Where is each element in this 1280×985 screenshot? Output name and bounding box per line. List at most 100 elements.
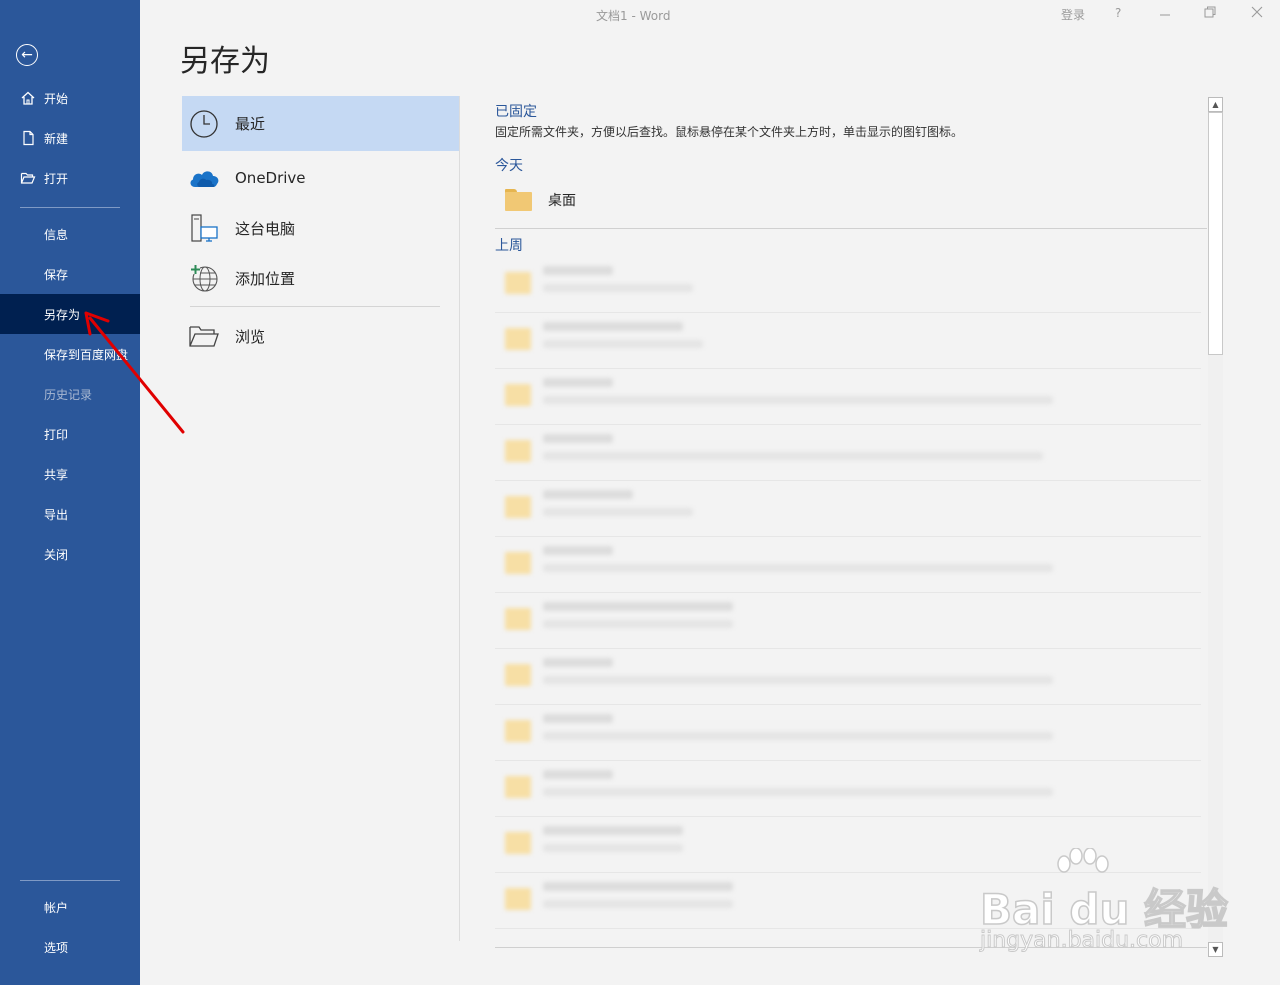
blurred-folder-row [495, 536, 1201, 593]
folder-name: 桌面 [548, 193, 576, 209]
column-divider [459, 96, 460, 941]
blurred-folder-row [495, 592, 1201, 649]
locations-divider [190, 306, 440, 307]
folder-icon [505, 272, 531, 294]
sidebar-divider [20, 207, 120, 208]
sidebar-item-label: 保存 [44, 267, 69, 282]
blurred-text [543, 508, 693, 516]
sidebar-item-account[interactable]: 帐户 [0, 887, 140, 927]
back-arrow-icon[interactable]: ← [16, 44, 38, 66]
blurred-text [543, 378, 613, 387]
today-heading: 今天 [495, 158, 523, 174]
sidebar-item-label: 信息 [44, 227, 69, 242]
sidebar-item-history: 历史记录 [0, 374, 140, 414]
blurred-text [543, 490, 633, 499]
sidebar-item-label: 打印 [44, 427, 69, 442]
blurred-text [543, 882, 733, 891]
blurred-folder-row [495, 256, 1201, 313]
pinned-heading: 已固定 [495, 104, 537, 120]
folder-row-desktop[interactable]: 桌面 [495, 178, 1195, 222]
sidebar-item-label: 选项 [44, 940, 69, 955]
sidebar-item-label: 保存到百度网盘 [44, 347, 129, 362]
sidebar-item-print[interactable]: 打印 [0, 414, 140, 454]
sidebar-item-save-to-baidu[interactable]: 保存到百度网盘 [0, 334, 140, 374]
window-title: 文档1 - Word [596, 9, 671, 23]
location-add-place[interactable]: 添加位置 [182, 252, 459, 304]
blurred-text [543, 266, 613, 275]
blurred-text [543, 452, 1043, 460]
blurred-text [543, 770, 613, 779]
sidebar-item-new[interactable]: 新建 [0, 118, 140, 158]
clock-icon [188, 108, 220, 140]
blurred-text [543, 546, 613, 555]
blurred-text [543, 900, 733, 908]
scroll-up-icon[interactable]: ▲ [1208, 97, 1223, 112]
minimize-icon[interactable] [1158, 2, 1172, 25]
blurred-folder-row [495, 424, 1201, 481]
location-this-pc[interactable]: 这台电脑 [182, 202, 459, 254]
blurred-text [543, 676, 1053, 684]
scrollbar-thumb[interactable] [1208, 112, 1223, 355]
browse-folder-icon [188, 320, 220, 352]
location-label: OneDrive [235, 169, 306, 187]
folder-icon [505, 552, 531, 574]
sidebar-item-save[interactable]: 保存 [0, 254, 140, 294]
sidebar-item-close[interactable]: 关闭 [0, 534, 140, 574]
sidebar-item-label: 共享 [44, 467, 69, 482]
blurred-text [543, 322, 683, 331]
folder-icon [505, 776, 531, 798]
sidebar-item-label: 新建 [44, 131, 69, 146]
section-separator [495, 228, 1207, 229]
sidebar-divider [20, 880, 120, 881]
blurred-folder-row [495, 368, 1201, 425]
sidebar-item-label: 开始 [44, 91, 69, 106]
location-onedrive[interactable]: OneDrive [182, 152, 459, 204]
sidebar-item-label: 历史记录 [44, 387, 93, 402]
blurred-text [543, 396, 1053, 404]
sidebar-item-info[interactable]: 信息 [0, 214, 140, 254]
blurred-text [543, 340, 703, 348]
folder-icon [505, 832, 531, 854]
folder-icon [505, 664, 531, 686]
close-icon[interactable] [1250, 4, 1264, 23]
blurred-text [543, 434, 613, 443]
location-label: 最近 [235, 115, 266, 133]
blurred-folder-row [495, 704, 1201, 761]
pinned-description: 固定所需文件夹，方便以后查找。鼠标悬停在某个文件夹上方时，单击显示的图钉图标。 [495, 125, 964, 139]
folder-icon [505, 888, 531, 910]
blurred-text [543, 602, 733, 611]
backstage-sidebar: ← 开始 新建 打开 信息 保存 另存为 保存到百度网盘 历史记录 打印 共享 … [0, 0, 140, 985]
this-pc-icon [188, 212, 220, 244]
sidebar-item-home[interactable]: 开始 [0, 78, 140, 118]
scroll-down-icon[interactable]: ▼ [1208, 942, 1223, 957]
restore-icon[interactable] [1203, 4, 1217, 23]
folder-icon [505, 608, 531, 630]
home-icon [20, 90, 36, 106]
location-label: 添加位置 [235, 269, 296, 288]
sidebar-item-share[interactable]: 共享 [0, 454, 140, 494]
sidebar-item-open[interactable]: 打开 [0, 158, 140, 198]
sidebar-item-options[interactable]: 选项 [0, 927, 140, 967]
blurred-text [543, 658, 613, 667]
signin-button[interactable]: 登录 [1061, 6, 1085, 23]
sidebar-item-export[interactable]: 导出 [0, 494, 140, 534]
location-label: 浏览 [235, 327, 266, 346]
watermark-url-text: jingyan.baidu.com [979, 928, 1184, 954]
page-title: 另存为 [180, 44, 270, 79]
folder-icon [505, 384, 531, 406]
location-recent[interactable]: 最近 [182, 96, 459, 151]
blurred-text [543, 714, 613, 723]
blurred-text [543, 564, 1053, 572]
last-week-heading: 上周 [495, 238, 523, 254]
sidebar-item-label: 打开 [44, 171, 69, 186]
location-browse[interactable]: 浏览 [182, 310, 459, 362]
baidu-jingyan-watermark: Bai du 经验 jingyan.baidu.com [979, 848, 1229, 958]
blurred-text [543, 826, 683, 835]
sidebar-item-save-as[interactable]: 另存为 [0, 294, 140, 334]
help-button[interactable]: ? [1115, 6, 1121, 20]
blurred-folder-row [495, 312, 1201, 369]
blurred-text [543, 844, 683, 852]
folder-icon [505, 328, 531, 350]
add-place-globe-icon [188, 262, 220, 294]
new-document-icon [20, 130, 36, 146]
